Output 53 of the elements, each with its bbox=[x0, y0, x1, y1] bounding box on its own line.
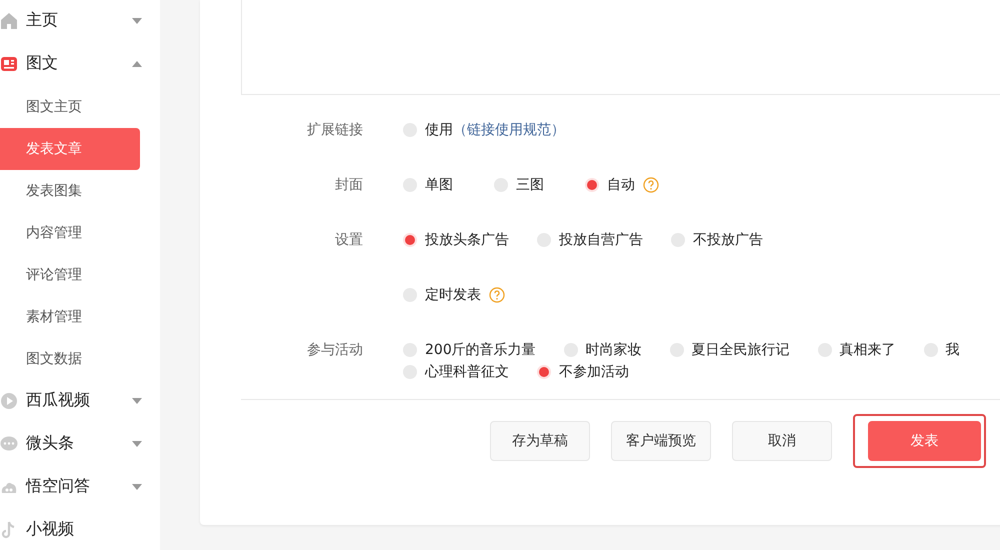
option-label[interactable]: 定时发表 bbox=[425, 286, 481, 304]
field-label: 封面 bbox=[334, 176, 363, 195]
option-label[interactable]: 不投放广告 bbox=[693, 231, 763, 249]
option-label[interactable]: 三图 bbox=[516, 176, 544, 194]
nav-subitem[interactable]: 评论管理 bbox=[0, 254, 140, 296]
nav-label: 小视频 bbox=[26, 519, 75, 540]
caret-icon[interactable] bbox=[132, 398, 142, 404]
caret-icon[interactable] bbox=[132, 440, 142, 446]
option-label[interactable]: 夏日全民旅行记 bbox=[692, 341, 790, 359]
nav-subitem[interactable]: 内容管理 bbox=[0, 212, 140, 254]
field-label: 设置 bbox=[334, 231, 363, 250]
option-label[interactable]: 投放自营广告 bbox=[559, 231, 643, 249]
option-label[interactable]: 不参加活动 bbox=[559, 363, 629, 381]
option-label[interactable]: 单图 bbox=[425, 176, 453, 194]
help-icon[interactable] bbox=[489, 287, 505, 303]
nav-item[interactable]: 西瓜视频 bbox=[0, 378, 160, 423]
option-label[interactable]: 时尚家妆 bbox=[586, 341, 642, 359]
nav-label: 西瓜视频 bbox=[26, 390, 91, 411]
nav-label: 悟空问答 bbox=[26, 476, 91, 497]
nav-subitem[interactable]: 图文主页 bbox=[0, 86, 140, 128]
option-label[interactable]: 心理科普征文 bbox=[425, 363, 509, 381]
caret-icon[interactable] bbox=[132, 60, 142, 66]
radio-button[interactable] bbox=[537, 365, 551, 379]
action-button[interactable]: 取消 bbox=[732, 421, 832, 461]
nav-item[interactable]: 图文 bbox=[0, 41, 160, 86]
home-icon bbox=[0, 12, 18, 30]
nav-item[interactable]: 微头条 bbox=[0, 421, 160, 466]
music-note-icon bbox=[1, 520, 17, 538]
action-button[interactable]: 存为草稿 bbox=[490, 421, 590, 461]
nav-item[interactable]: 小视频 bbox=[0, 507, 160, 550]
option-label[interactable]: 使用 bbox=[425, 121, 453, 139]
option-label[interactable]: 自动 bbox=[607, 176, 635, 194]
caret-icon[interactable] bbox=[132, 18, 142, 24]
radio-button[interactable] bbox=[403, 233, 417, 247]
nav-label: 图文 bbox=[26, 53, 59, 74]
radio-button[interactable] bbox=[585, 178, 599, 192]
nav-label: 微头条 bbox=[26, 433, 75, 454]
field-label: 扩展链接 bbox=[306, 121, 363, 140]
nav-subitem[interactable]: 图文数据 bbox=[0, 338, 140, 380]
option-label[interactable]: 200斤的音乐力量 bbox=[425, 341, 536, 359]
field-label: 参与活动 bbox=[306, 341, 363, 360]
action-button[interactable]: 客户端预览 bbox=[611, 421, 711, 461]
nav-item[interactable]: 悟空问答 bbox=[0, 464, 160, 509]
nav-label: 主页 bbox=[26, 10, 59, 31]
help-icon[interactable] bbox=[643, 177, 659, 193]
option-label[interactable]: 真相来了 bbox=[840, 341, 896, 359]
nav-subitem[interactable]: 发表图集 bbox=[0, 170, 140, 212]
option-label[interactable]: 投放头条广告 bbox=[425, 231, 509, 249]
caret-icon[interactable] bbox=[132, 484, 142, 490]
rules-link[interactable]: （链接使用规范） bbox=[453, 121, 565, 139]
nav-subitem[interactable]: 素材管理 bbox=[0, 296, 140, 338]
nav-item[interactable]: 主页 bbox=[0, 0, 160, 43]
option-label[interactable]: 我 bbox=[946, 341, 960, 359]
